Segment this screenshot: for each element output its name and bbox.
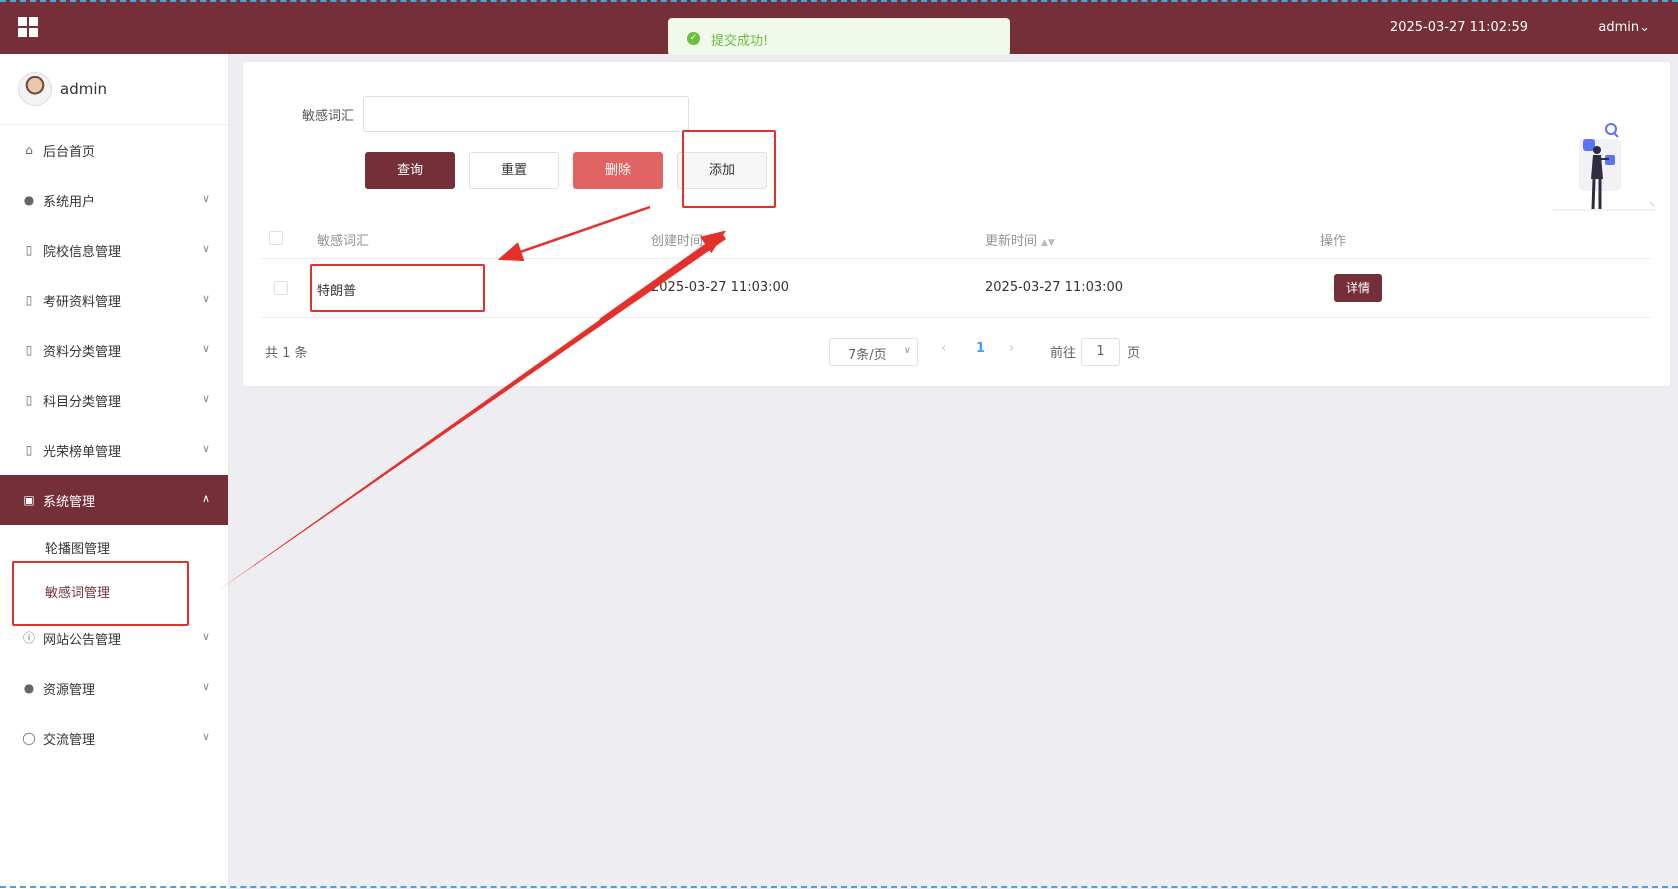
sidebar-subitem-carousel[interactable]: 轮播图管理 xyxy=(0,525,228,569)
add-button[interactable]: 添加 xyxy=(677,152,767,189)
picture-icon: ▣ xyxy=(23,493,35,507)
delete-button[interactable]: 删除 xyxy=(573,152,663,189)
sidebar-item-resources[interactable]: ● 资源管理 ∨ xyxy=(0,663,228,713)
sidebar-item-label: 光荣榜单管理 xyxy=(43,444,122,460)
sidebar-item-label: 后台首页 xyxy=(43,144,96,160)
page-unit-label: 页 xyxy=(1127,346,1141,361)
sidebar-item-label: 资料分类管理 xyxy=(43,344,122,360)
sidebar-subitem-sensitive-words[interactable]: 敏感词管理 xyxy=(0,569,228,613)
sidebar: admin ⌂ 后台首页 ● 系统用户 ∨ ▯ 院校信息管理 ∨ ▯ 考研资料管… xyxy=(0,54,229,889)
word-cell: 特朗普 xyxy=(317,284,357,299)
created-cell: 2025-03-27 11:03:00 xyxy=(651,280,790,295)
goto-label: 前往 xyxy=(1050,346,1077,361)
total-count: 共 1 条 xyxy=(265,346,308,361)
user-icon: ● xyxy=(23,193,35,207)
column-header-created[interactable]: 创建时间 ▲▼ xyxy=(651,230,721,249)
sidebar-item-label: 系统管理 xyxy=(43,494,96,510)
query-button[interactable]: 查询 xyxy=(365,152,455,189)
sidebar-item-subject-category[interactable]: ▯ 科目分类管理 ∨ xyxy=(0,375,228,425)
table-row: 特朗普 2025-03-27 11:03:00 2025-03-27 11:03… xyxy=(261,259,1651,318)
chevron-down-icon: ∨ xyxy=(201,442,210,455)
sidebar-item-home[interactable]: ⌂ 后台首页 xyxy=(0,125,228,175)
sidebar-subitem-label: 轮播图管理 xyxy=(45,541,111,557)
reset-button[interactable]: 重置 xyxy=(469,152,559,189)
sidebar-item-label: 交流管理 xyxy=(43,732,96,748)
sidebar-item-label: 院校信息管理 xyxy=(43,244,122,260)
user-dropdown[interactable]: admin⌄ xyxy=(1598,20,1650,35)
prev-page-icon[interactable]: ‹ xyxy=(941,341,946,356)
updated-cell: 2025-03-27 11:03:00 xyxy=(985,280,1124,295)
goto-page-input[interactable]: 1 xyxy=(1081,338,1120,366)
table-header: 敏感词汇 创建时间 ▲▼ 更新时间 ▲▼ 操作 xyxy=(261,217,1651,259)
avatar xyxy=(18,72,52,106)
info-icon: ⓘ xyxy=(22,631,35,645)
sidebar-item-label: 资源管理 xyxy=(43,682,96,698)
sidebar-profile: admin xyxy=(0,54,228,125)
column-header-label: 创建时间 xyxy=(651,234,704,249)
sidebar-item-label: 系统用户 xyxy=(43,194,96,210)
page-number[interactable]: 1 xyxy=(976,341,985,356)
menu-grid-icon[interactable] xyxy=(18,17,38,37)
doc-icon: ▯ xyxy=(25,443,33,457)
column-header-label: 更新时间 xyxy=(985,234,1038,249)
chevron-down-icon: ∨ xyxy=(201,192,210,205)
profile-username: admin xyxy=(60,80,107,98)
page-size-value: 7条/页 xyxy=(848,348,887,363)
sidebar-item-exam-materials[interactable]: ▯ 考研资料管理 ∨ xyxy=(0,275,228,325)
chevron-down-icon: ∨ xyxy=(201,730,210,743)
header-datetime: 2025-03-27 11:02:59 xyxy=(1389,20,1528,35)
sidebar-item-system-users[interactable]: ● 系统用户 ∨ xyxy=(0,175,228,225)
doc-icon: ▯ xyxy=(25,293,33,307)
chevron-down-icon: ∨ xyxy=(201,342,210,355)
chevron-down-icon: ∨ xyxy=(201,680,210,693)
chevron-down-icon: ∨ xyxy=(201,292,210,305)
column-header: 操作 xyxy=(1320,234,1347,249)
detail-button[interactable]: 详情 xyxy=(1334,274,1382,302)
sidebar-item-material-category[interactable]: ▯ 资料分类管理 ∨ xyxy=(0,325,228,375)
sidebar-subitem-label: 敏感词管理 xyxy=(45,585,111,601)
success-toast: ✓ 提交成功! xyxy=(668,18,1010,56)
sidebar-item-label: 网站公告管理 xyxy=(43,632,122,648)
sidebar-item-label: 科目分类管理 xyxy=(43,394,122,410)
sidebar-item-system-management[interactable]: ▣ 系统管理 ∧ xyxy=(0,475,228,525)
doc-icon: ▯ xyxy=(25,343,33,357)
page-size-select[interactable]: 7条/页 ∨ xyxy=(829,338,918,366)
chevron-down-icon: ∨ xyxy=(201,630,210,643)
chevron-down-icon: ∨ xyxy=(201,392,210,405)
home-icon: ⌂ xyxy=(25,143,33,157)
chat-icon: ◯ xyxy=(22,731,36,745)
select-all-checkbox[interactable] xyxy=(269,231,283,245)
toast-message: 提交成功! xyxy=(711,34,769,49)
bulb-icon: ● xyxy=(23,681,35,695)
next-page-icon[interactable]: › xyxy=(1009,341,1014,356)
doc-icon: ▯ xyxy=(25,243,33,257)
doc-icon: ▯ xyxy=(25,393,33,407)
sensitive-word-input[interactable] xyxy=(363,96,689,132)
sidebar-item-honor-list[interactable]: ▯ 光荣榜单管理 ∨ xyxy=(0,425,228,475)
sidebar-item-label: 考研资料管理 xyxy=(43,294,122,310)
sidebar-item-college-info[interactable]: ▯ 院校信息管理 ∨ xyxy=(0,225,228,275)
chevron-down-icon: ∨ xyxy=(201,242,210,255)
sidebar-item-announcements[interactable]: ⓘ 网站公告管理 ∨ xyxy=(0,613,228,663)
search-illustration xyxy=(1553,123,1656,211)
sort-icon[interactable]: ▲▼ xyxy=(1041,238,1055,248)
sort-icon[interactable]: ▲▼ xyxy=(707,238,721,248)
chevron-up-icon: ∧ xyxy=(201,492,210,505)
column-header-updated[interactable]: 更新时间 ▲▼ xyxy=(985,230,1055,249)
search-label: 敏感词汇 xyxy=(302,109,355,124)
chevron-down-icon: ∨ xyxy=(903,345,911,356)
main-card: 敏感词汇 查询 重置 删除 添加 敏感词汇 创建时间 ▲▼ 更新时间 ▲▼ 操作 特… xyxy=(242,61,1671,387)
check-circle-icon: ✓ xyxy=(687,32,700,45)
row-checkbox[interactable] xyxy=(274,281,288,295)
sidebar-item-exchange[interactable]: ◯ 交流管理 ∨ xyxy=(0,713,228,763)
column-header: 敏感词汇 xyxy=(317,234,370,249)
